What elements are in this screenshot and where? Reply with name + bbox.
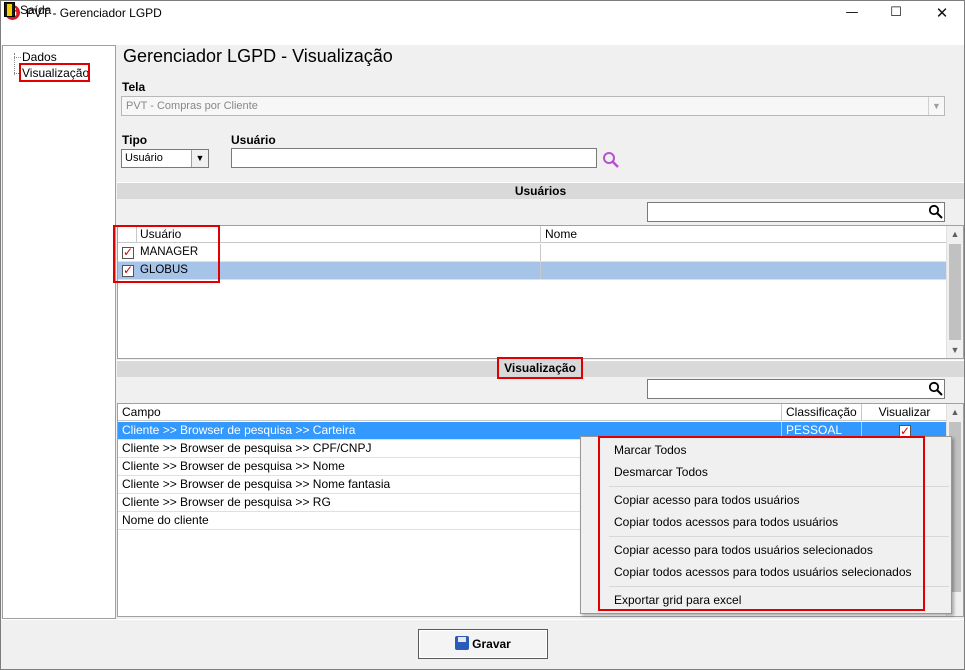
column-header-nome[interactable]: Nome [540, 226, 947, 242]
scroll-up-icon[interactable]: ▲ [947, 226, 963, 242]
search-icon[interactable] [928, 381, 944, 397]
tipo-label: Tipo [122, 133, 148, 147]
vis-filter-input[interactable] [647, 379, 945, 399]
tree-connector [14, 57, 21, 58]
column-header-visualizar[interactable]: Visualizar [861, 404, 947, 420]
save-button-label: Gravar [472, 637, 511, 651]
tree-item-dados[interactable]: Dados [22, 50, 57, 64]
highlight-box [598, 436, 925, 611]
usuarios-section-header: Usuários [117, 182, 964, 199]
floppy-disk-icon [455, 636, 470, 650]
users-scrollbar[interactable]: ▲ ▼ [946, 226, 963, 358]
tela-label: Tela [122, 80, 146, 94]
save-button[interactable]: Gravar [418, 629, 548, 659]
column-header-classificacao[interactable]: Classificação [781, 404, 861, 420]
usuario-label: Usuário [231, 133, 276, 147]
tela-select[interactable]: PVT - Compras por Cliente [121, 96, 945, 116]
scroll-down-icon[interactable]: ▼ [947, 342, 963, 358]
users-grid-header: Usuário Nome [118, 226, 947, 243]
chevron-down-icon[interactable]: ▼ [191, 150, 208, 167]
highlight-box [19, 63, 90, 82]
scrollbar-thumb[interactable] [949, 244, 961, 340]
users-grid: Usuário Nome MANAGER GLOBUS ▲ ▼ [117, 225, 964, 359]
name-cell [540, 244, 947, 261]
scroll-up-icon[interactable]: ▲ [947, 404, 963, 420]
minimize-button[interactable]: — [829, 0, 875, 26]
exit-door-icon[interactable] [4, 2, 15, 17]
vis-grid-header: Campo Classificação Visualizar [118, 404, 947, 421]
column-header-campo[interactable]: Campo [118, 404, 781, 420]
name-cell [540, 262, 947, 279]
search-icon[interactable] [928, 204, 944, 220]
table-row[interactable]: MANAGER [118, 244, 947, 262]
menu-exit[interactable]: Saída [20, 3, 51, 17]
navigation-tree [2, 45, 116, 619]
users-filter-input[interactable] [647, 202, 945, 222]
close-button[interactable]: ✕ [919, 0, 965, 26]
highlight-box [113, 225, 220, 283]
table-row[interactable]: GLOBUS [118, 262, 947, 280]
chevron-down-icon[interactable]: ▼ [928, 97, 944, 115]
maximize-button[interactable]: ☐ [873, 0, 919, 26]
visualizacao-section-header: Visualização [497, 357, 583, 379]
menu-bar [0, 26, 965, 45]
page-title: Gerenciador LGPD - Visualização [123, 46, 393, 66]
usuario-input[interactable] [231, 148, 597, 168]
search-icon[interactable] [601, 150, 621, 170]
